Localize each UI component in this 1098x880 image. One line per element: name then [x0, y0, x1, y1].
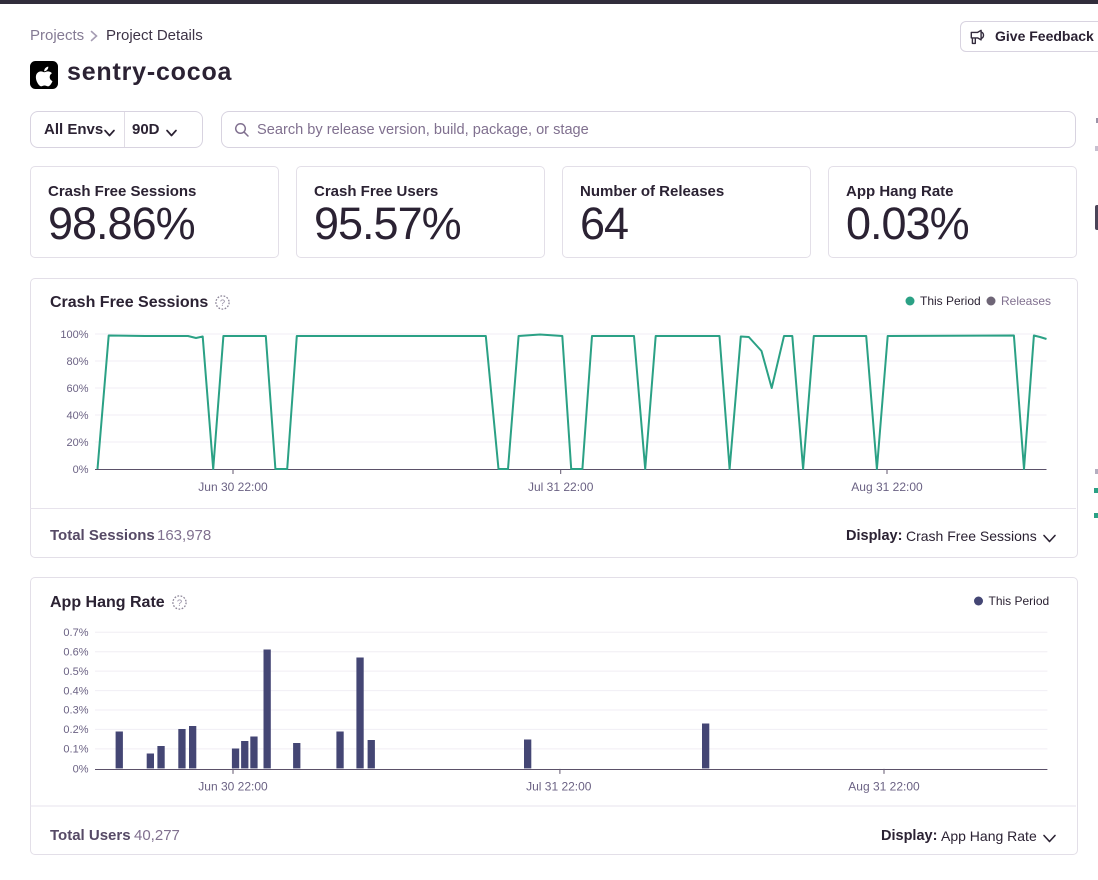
svg-text:0.7%: 0.7% [63, 627, 88, 639]
svg-text:0%: 0% [73, 464, 89, 476]
svg-text:0.2%: 0.2% [63, 724, 88, 736]
svg-text:Jul 31 22:00: Jul 31 22:00 [526, 780, 592, 794]
svg-text:This Period: This Period [989, 594, 1050, 608]
svg-text:0%: 0% [73, 764, 89, 776]
svg-text:80%: 80% [66, 356, 88, 368]
svg-text:Aug 31 22:00: Aug 31 22:00 [851, 480, 923, 494]
svg-text:Aug 31 22:00: Aug 31 22:00 [848, 780, 920, 794]
svg-text:Jul 31 22:00: Jul 31 22:00 [528, 480, 594, 494]
svg-text:0.1%: 0.1% [63, 744, 88, 756]
svg-text:This Period: This Period [920, 294, 981, 308]
svg-text:Jun 30 22:00: Jun 30 22:00 [198, 480, 268, 494]
svg-text:20%: 20% [66, 437, 88, 449]
svg-text:0.6%: 0.6% [63, 646, 88, 658]
svg-text:0.4%: 0.4% [63, 685, 88, 697]
svg-text:Jun 30 22:00: Jun 30 22:00 [198, 780, 268, 794]
svg-text:Releases: Releases [1001, 294, 1051, 308]
svg-text:0.5%: 0.5% [63, 666, 88, 678]
svg-text:60%: 60% [66, 383, 88, 395]
svg-text:40%: 40% [66, 410, 88, 422]
svg-text:100%: 100% [60, 329, 88, 341]
svg-text:0.3%: 0.3% [63, 705, 88, 717]
